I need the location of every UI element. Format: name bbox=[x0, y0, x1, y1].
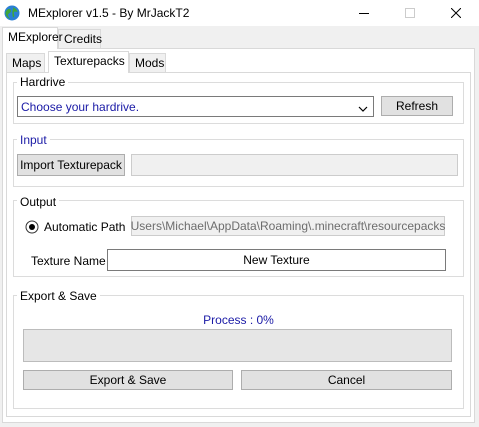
texture-name-input[interactable]: New Texture bbox=[107, 249, 446, 271]
tab-mexplorer[interactable]: MExplorer bbox=[2, 27, 63, 49]
window-body: MExplorer Credits Maps Texturepacks Mods… bbox=[0, 26, 479, 427]
maximize-icon bbox=[405, 8, 415, 18]
minimize-icon bbox=[359, 8, 369, 18]
texture-name-value: New Texture bbox=[243, 253, 310, 267]
title-bar[interactable]: MExplorer v1.5 - By MrJackT2 bbox=[0, 0, 479, 26]
texture-name-label: Texture Name : bbox=[31, 254, 113, 268]
automatic-path-field[interactable]: Users\Michael\AppData\Roaming\.minecraft… bbox=[131, 216, 445, 236]
tab-label: Credits bbox=[64, 32, 103, 46]
tab-mods[interactable]: Mods bbox=[129, 53, 166, 73]
input-group-label: Input bbox=[17, 133, 50, 147]
close-button[interactable] bbox=[433, 0, 479, 26]
main-tab-panel: Maps Texturepacks Mods Hardrive Choose y… bbox=[2, 48, 475, 423]
hardrive-select[interactable]: Choose your hardrive. bbox=[17, 96, 374, 117]
hardrive-select-value: Choose your hardrive. bbox=[21, 99, 140, 114]
tab-label: MExplorer bbox=[8, 30, 63, 44]
cancel-button[interactable]: Cancel bbox=[241, 370, 452, 390]
cancel-label: Cancel bbox=[327, 373, 366, 387]
window-title: MExplorer v1.5 - By MrJackT2 bbox=[28, 6, 190, 20]
tab-label: Mods bbox=[135, 56, 165, 70]
maximize-button[interactable] bbox=[387, 0, 433, 26]
import-texturepack-label: Import Texturepack bbox=[20, 158, 122, 172]
hardrive-group-label: Hardrive bbox=[17, 75, 69, 89]
texturepacks-panel: Hardrive Choose your hardrive. Refresh I… bbox=[6, 72, 471, 417]
automatic-path-radio[interactable] bbox=[25, 220, 39, 234]
tab-label: Maps bbox=[12, 56, 42, 70]
automatic-path-label: Automatic Path bbox=[44, 220, 126, 234]
tab-credits[interactable]: Credits bbox=[58, 29, 103, 49]
tab-texturepacks[interactable]: Texturepacks bbox=[48, 51, 129, 73]
close-icon bbox=[451, 8, 461, 18]
export-save-label: Export & Save bbox=[89, 373, 167, 387]
automatic-path-value: Users\Michael\AppData\Roaming\.minecraft… bbox=[130, 219, 446, 233]
tab-label: Texturepacks bbox=[54, 54, 125, 68]
output-group-label: Output bbox=[17, 195, 60, 209]
export-save-button[interactable]: Export & Save bbox=[23, 370, 233, 390]
refresh-button[interactable]: Refresh bbox=[381, 96, 453, 116]
refresh-button-label: Refresh bbox=[395, 99, 439, 113]
globe-icon bbox=[4, 5, 20, 21]
process-status: Process : 0% bbox=[203, 313, 274, 327]
progress-bar bbox=[23, 329, 452, 362]
chevron-down-icon bbox=[358, 102, 368, 116]
tab-maps[interactable]: Maps bbox=[6, 53, 45, 73]
minimize-button[interactable] bbox=[341, 0, 387, 26]
import-texturepack-button[interactable]: Import Texturepack bbox=[17, 154, 125, 176]
input-path-field[interactable] bbox=[131, 154, 458, 176]
export-save-group-label: Export & Save bbox=[17, 289, 100, 303]
